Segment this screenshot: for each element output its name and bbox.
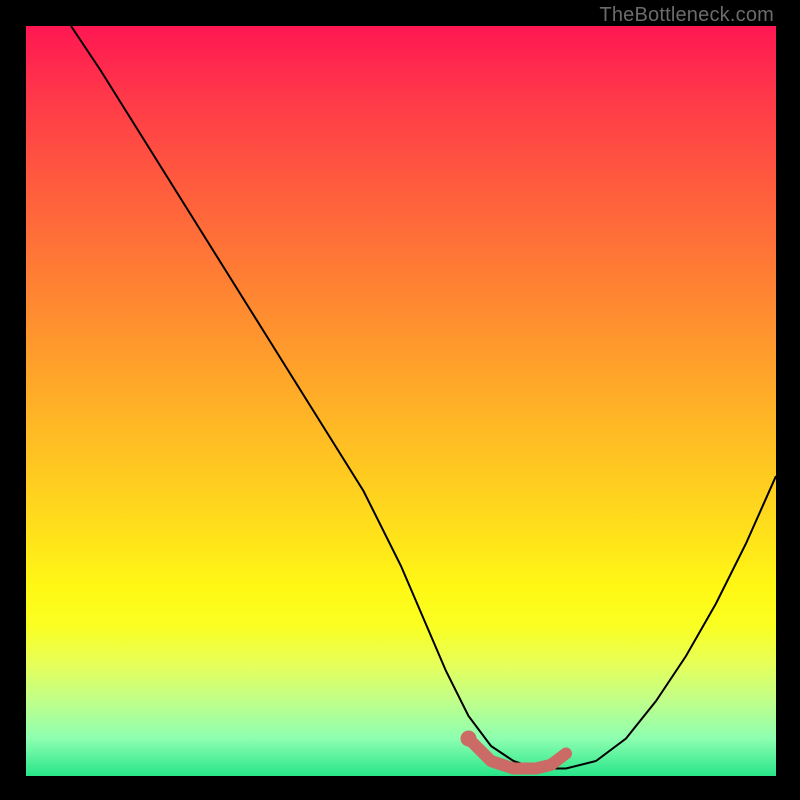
- chart-container: TheBottleneck.com: [0, 0, 800, 800]
- bottleneck-curve: [26, 26, 776, 776]
- watermark-text: TheBottleneck.com: [599, 4, 774, 27]
- plot-area: [26, 26, 776, 776]
